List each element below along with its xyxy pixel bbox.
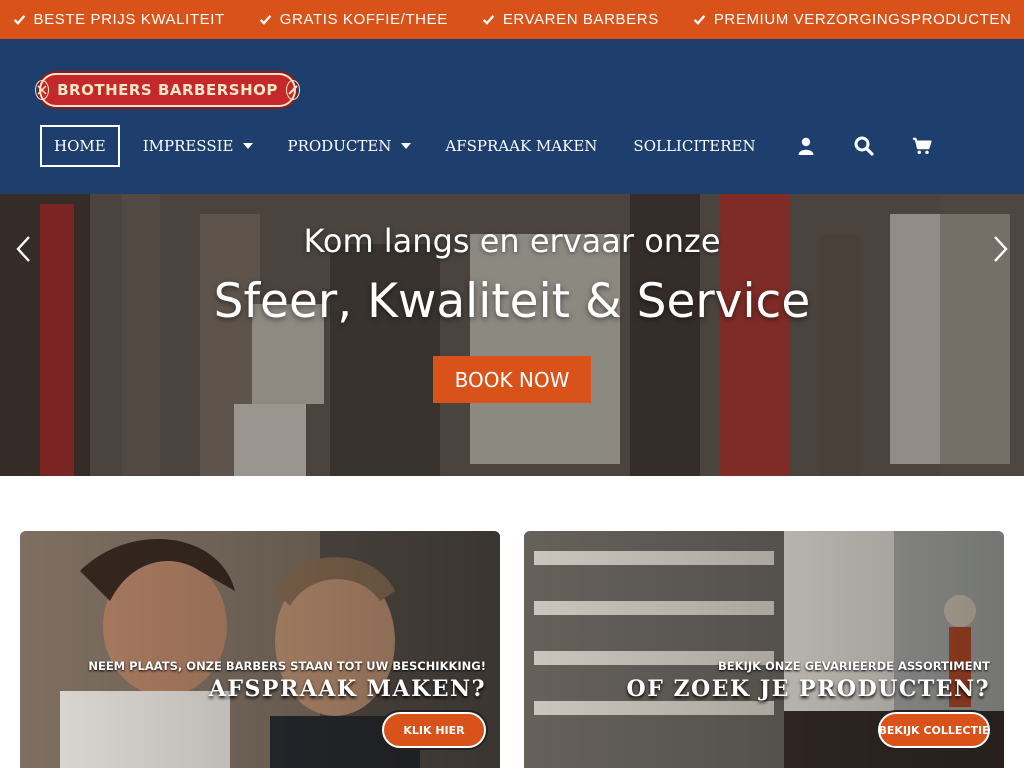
- usp-item: PREMIUM VERZORGINGSPRODUCTEN: [693, 11, 1012, 28]
- usp-item: ERVAREN BARBERS: [482, 11, 659, 28]
- usp-label: ERVAREN BARBERS: [502, 11, 659, 28]
- caret-down-icon: [401, 143, 412, 149]
- card-subtitle: NEEM PLAATS, ONZE BARBERS STAAN TOT UW B…: [88, 659, 486, 673]
- usp-label: PREMIUM VERZORGINGSPRODUCTEN: [713, 11, 1012, 28]
- bekijk-collectie-button[interactable]: BEKIJK COLLECTIE: [878, 712, 990, 748]
- nav-impressie[interactable]: IMPRESSIE: [143, 125, 254, 167]
- card-title: OF ZOEK JE PRODUCTEN?: [626, 676, 990, 702]
- nav-afspraak-label: AFSPRAAK MAKEN: [445, 137, 598, 155]
- usp-item: GRATIS KOFFIE/THEE: [259, 11, 448, 28]
- promo-card-afspraak[interactable]: NEEM PLAATS, ONZE BARBERS STAAN TOT UW B…: [20, 531, 500, 768]
- hero-slider: Kom langs en ervaar onze Sfeer, Kwalitei…: [0, 194, 1024, 476]
- nav-afspraak-maken[interactable]: AFSPRAAK MAKEN: [445, 125, 597, 167]
- logo-text: BROTHERS BARBERSHOP: [57, 81, 278, 99]
- check-icon: [259, 15, 271, 25]
- usp-label: GRATIS KOFFIE/THEE: [279, 11, 448, 28]
- hero-title: Sfeer, Kwaliteit & Service: [213, 274, 811, 329]
- razor-icon: [285, 80, 300, 100]
- scissors-icon: [35, 80, 50, 100]
- cart-icon[interactable]: [912, 136, 932, 156]
- usp-item: BESTE PRIJS KWALITEIT: [13, 11, 225, 28]
- site-header: BROTHERS BARBERSHOP HOME IMPRESSIE PRODU…: [0, 39, 1024, 194]
- check-icon: [13, 15, 25, 25]
- nav-solliciteren-label: SOLLICITEREN: [633, 137, 756, 155]
- main-nav: HOME IMPRESSIE PRODUCTEN AFSPRAAK MAKEN …: [40, 125, 932, 167]
- nav-home[interactable]: HOME: [40, 125, 120, 167]
- nav-home-label: HOME: [54, 137, 106, 155]
- caret-down-icon: [243, 143, 254, 149]
- klik-hier-button[interactable]: KLIK HIER: [382, 712, 486, 748]
- site-logo[interactable]: BROTHERS BARBERSHOP: [35, 73, 300, 107]
- promo-card-producten[interactable]: BEKIJK ONZE GEVARIEERDE ASSORTIMENT OF Z…: [524, 531, 1004, 768]
- check-icon: [482, 15, 495, 25]
- check-icon: [693, 15, 706, 25]
- user-icon[interactable]: [796, 136, 816, 156]
- card-subtitle: BEKIJK ONZE GEVARIEERDE ASSORTIMENT: [718, 659, 990, 673]
- usp-label: BESTE PRIJS KWALITEIT: [33, 11, 225, 28]
- card-title: AFSPRAAK MAKEN?: [208, 676, 486, 702]
- usp-bar: BESTE PRIJS KWALITEIT GRATIS KOFFIE/THEE…: [0, 0, 1024, 39]
- hero-subtitle: Kom langs en ervaar onze: [303, 222, 721, 260]
- nav-producten[interactable]: PRODUCTEN: [287, 125, 412, 167]
- nav-solliciteren[interactable]: SOLLICITEREN: [633, 125, 755, 167]
- search-icon[interactable]: [854, 136, 874, 156]
- book-now-button[interactable]: BOOK NOW: [433, 356, 591, 403]
- nav-producten-label: PRODUCTEN: [287, 137, 392, 155]
- nav-impressie-label: IMPRESSIE: [142, 137, 234, 155]
